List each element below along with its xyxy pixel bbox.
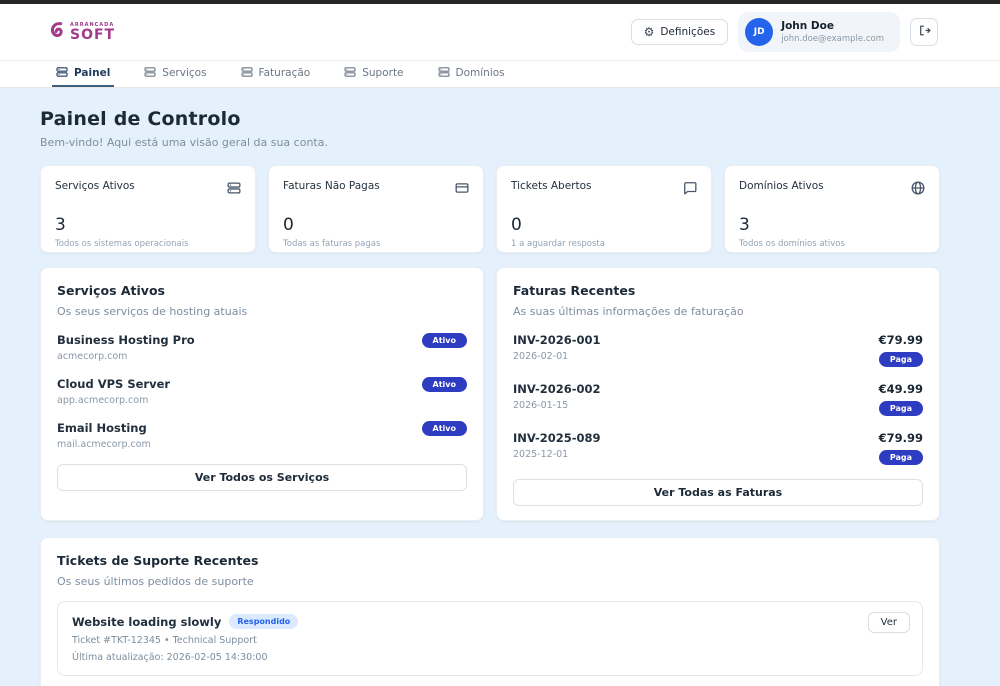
server-icon bbox=[227, 180, 241, 199]
tickets-panel-title: Tickets de Suporte Recentes bbox=[57, 553, 259, 568]
invoice-amount: €49.99 bbox=[878, 382, 923, 396]
tab-servicos[interactable]: Serviços bbox=[140, 61, 210, 87]
ticket-title: Website loading slowly bbox=[72, 614, 222, 629]
gear-icon: ⚙ bbox=[643, 25, 655, 39]
logout-button[interactable] bbox=[910, 18, 938, 46]
view-all-services-button[interactable]: Ver Todos os Serviços bbox=[57, 464, 467, 491]
stat-value: 0 bbox=[511, 215, 522, 235]
services-panel: Serviços Ativos Os seus serviços de host… bbox=[40, 267, 484, 521]
settings-button-label: Definições bbox=[660, 26, 716, 38]
status-badge: Ativo bbox=[421, 421, 467, 436]
ticket-card: Website loading slowly Respondido Ticket… bbox=[57, 601, 923, 676]
user-email: john.doe@example.com bbox=[781, 34, 884, 44]
tab-dominios[interactable]: Domínios bbox=[434, 61, 509, 87]
tab-label: Serviços bbox=[162, 67, 207, 79]
tab-faturacao[interactable]: Faturação bbox=[237, 61, 315, 87]
stat-card-servicos-ativos: Serviços Ativos 3 Todos os sistemas oper… bbox=[40, 165, 256, 253]
service-row: Email Hosting mail.acmecorp.com Ativo bbox=[57, 421, 467, 450]
tab-label: Domínios bbox=[455, 67, 505, 79]
main-content: Painel de Controlo Bem-vindo! Aqui está … bbox=[0, 88, 1000, 686]
status-badge: Ativo bbox=[421, 333, 467, 348]
stat-subtitle: 1 a aguardar resposta bbox=[511, 239, 605, 249]
status-badge: Ativo bbox=[421, 377, 467, 392]
credit-card-icon bbox=[455, 180, 469, 199]
brand-name-large: SOFT bbox=[70, 26, 116, 43]
stat-value: 3 bbox=[739, 215, 750, 235]
brand-logo: ARRANCADA SOFT bbox=[48, 21, 115, 43]
invoice-amount: €79.99 bbox=[878, 431, 923, 445]
brand-swirl-icon bbox=[48, 21, 66, 43]
server-icon bbox=[56, 66, 68, 81]
stat-card-faturas-nao-pagas: Faturas Não Pagas 0 Todas as faturas pag… bbox=[268, 165, 484, 253]
stat-title: Domínios Ativos bbox=[739, 180, 824, 192]
status-badge: Paga bbox=[878, 401, 923, 416]
ticket-meta: Ticket #TKT-12345 • Technical Support bbox=[72, 635, 257, 646]
invoices-panel-title: Faturas Recentes bbox=[513, 283, 636, 298]
stat-title: Tickets Abertos bbox=[511, 180, 592, 192]
service-row: Cloud VPS Server app.acmecorp.com Ativo bbox=[57, 377, 467, 406]
stat-subtitle: Todos os domínios ativos bbox=[739, 239, 845, 249]
view-all-invoices-button[interactable]: Ver Todas as Faturas bbox=[513, 479, 923, 506]
invoice-number: INV-2026-001 bbox=[513, 333, 601, 347]
stat-title: Serviços Ativos bbox=[55, 180, 135, 192]
services-panel-subtitle: Os seus serviços de hosting atuais bbox=[57, 305, 248, 318]
invoice-row: INV-2026-001 2026-02-01 €79.99 Paga bbox=[513, 333, 923, 367]
service-name: Email Hosting bbox=[57, 421, 147, 435]
status-badge: Paga bbox=[878, 450, 923, 465]
service-name: Business Hosting Pro bbox=[57, 333, 195, 347]
stat-value: 0 bbox=[283, 215, 294, 235]
stat-card-dominios-ativos: Domínios Ativos 3 Todos os domínios ativ… bbox=[724, 165, 940, 253]
tab-label: Painel bbox=[74, 67, 111, 79]
tab-painel[interactable]: Painel bbox=[52, 61, 115, 87]
message-square-icon bbox=[683, 180, 697, 199]
ticket-updated: Última atualização: 2026-02-05 14:30:00 bbox=[72, 652, 268, 663]
services-panel-title: Serviços Ativos bbox=[57, 283, 165, 298]
server-icon bbox=[240, 66, 253, 81]
service-name: Cloud VPS Server bbox=[57, 377, 171, 391]
stats-row: Serviços Ativos 3 Todos os sistemas oper… bbox=[40, 165, 940, 253]
main-nav: Painel Serviços Faturação Suporte Domíni… bbox=[0, 60, 1000, 88]
invoice-number: INV-2025-089 bbox=[513, 431, 601, 445]
invoice-number: INV-2026-002 bbox=[513, 382, 601, 396]
service-domain: mail.acmecorp.com bbox=[57, 439, 151, 450]
ticket-status-badge: Respondido bbox=[229, 614, 299, 629]
service-row: Business Hosting Pro acmecorp.com Ativo bbox=[57, 333, 467, 362]
globe-icon bbox=[911, 180, 925, 199]
settings-button[interactable]: ⚙ Definições bbox=[630, 19, 729, 45]
invoice-date: 2025-12-01 bbox=[513, 449, 569, 460]
user-name: John Doe bbox=[781, 20, 834, 32]
tab-label: Suporte bbox=[362, 67, 404, 79]
tickets-panel: Tickets de Suporte Recentes Os seus últi… bbox=[40, 537, 940, 686]
invoices-panel: Faturas Recentes As suas últimas informa… bbox=[496, 267, 940, 521]
invoice-amount: €79.99 bbox=[878, 333, 923, 347]
view-ticket-button[interactable]: Ver bbox=[867, 612, 910, 633]
tickets-panel-subtitle: Os seus últimos pedidos de suporte bbox=[57, 575, 254, 588]
server-icon bbox=[344, 66, 356, 81]
invoice-row: INV-2025-089 2025-12-01 €79.99 Paga bbox=[513, 431, 923, 465]
invoice-date: 2026-01-15 bbox=[513, 400, 569, 411]
stat-title: Faturas Não Pagas bbox=[283, 180, 380, 192]
logout-icon bbox=[918, 24, 931, 40]
tab-suporte[interactable]: Suporte bbox=[340, 61, 407, 87]
stat-value: 3 bbox=[55, 215, 66, 235]
invoice-date: 2026-02-01 bbox=[513, 351, 569, 362]
server-icon bbox=[144, 66, 156, 81]
user-menu[interactable]: JD John Doe john.doe@example.com bbox=[738, 12, 900, 52]
service-domain: app.acmecorp.com bbox=[57, 395, 149, 406]
app-header: ARRANCADA SOFT ⚙ Definições JD John Doe … bbox=[0, 4, 1000, 60]
status-badge: Paga bbox=[878, 352, 923, 367]
invoices-panel-subtitle: As suas últimas informações de faturação bbox=[513, 305, 744, 318]
page-subtitle: Bem-vindo! Aqui está uma visão geral da … bbox=[40, 136, 328, 149]
stat-subtitle: Todas as faturas pagas bbox=[283, 239, 381, 249]
invoice-row: INV-2026-002 2026-01-15 €49.99 Paga bbox=[513, 382, 923, 416]
stat-subtitle: Todos os sistemas operacionais bbox=[55, 239, 189, 249]
avatar: JD bbox=[745, 18, 774, 46]
service-domain: acmecorp.com bbox=[57, 351, 128, 362]
page-title: Painel de Controlo bbox=[40, 108, 241, 130]
stat-card-tickets-abertos: Tickets Abertos 0 1 a aguardar resposta bbox=[496, 165, 712, 253]
tab-label: Faturação bbox=[258, 67, 311, 79]
server-icon bbox=[437, 66, 450, 81]
